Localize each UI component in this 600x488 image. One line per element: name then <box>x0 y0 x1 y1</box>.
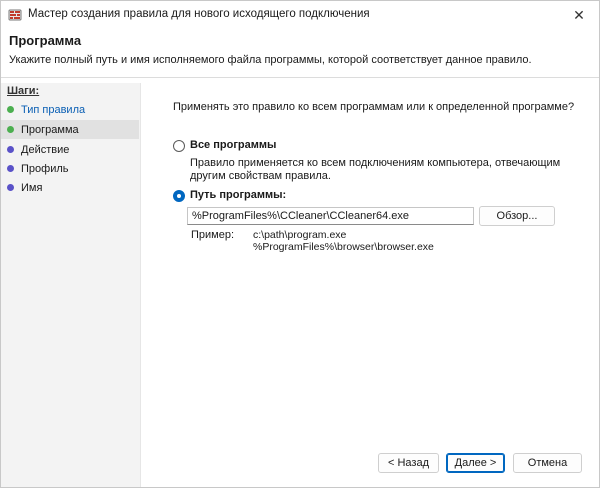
step-todo-icon <box>7 146 14 153</box>
step-todo-icon <box>7 165 14 172</box>
sidebar-item-label: Тип правила <box>21 103 86 116</box>
program-path-input[interactable] <box>187 207 474 225</box>
next-button[interactable]: Далее > <box>446 453 505 473</box>
page-title: Программа <box>9 33 82 48</box>
example-line: c:\path\program.exe <box>253 229 347 241</box>
sidebar-item-label: Имя <box>21 181 43 194</box>
program-path-label[interactable]: Путь программы: <box>190 189 286 201</box>
all-programs-label[interactable]: Все программы <box>190 139 276 151</box>
steps-sidebar: Шаги: Тип правила Программа Действие Про… <box>1 83 141 487</box>
sidebar-item-rule-type[interactable]: Тип правила <box>1 100 139 119</box>
page-subtitle: Укажите полный путь и имя исполняемого ф… <box>9 54 532 66</box>
step-todo-icon <box>7 184 14 191</box>
sidebar-item-program[interactable]: Программа <box>1 120 139 139</box>
step-done-icon <box>7 106 14 113</box>
page-header: Программа Укажите полный путь и имя испо… <box>1 29 599 73</box>
program-path-radio[interactable] <box>173 190 185 202</box>
close-button[interactable]: ✕ <box>559 1 599 29</box>
sidebar-item-label: Профиль <box>21 162 69 175</box>
sidebar-item-label: Действие <box>21 143 70 156</box>
sidebar-item-profile: Профиль <box>1 159 139 178</box>
title-bar: Мастер создания правила для нового исход… <box>1 1 599 29</box>
steps-label: Шаги: <box>7 85 40 97</box>
sidebar-item-action: Действие <box>1 140 139 159</box>
wizard-window: Мастер создания правила для нового исход… <box>0 0 600 488</box>
all-programs-description: Правило применяется ко всем подключениям… <box>190 157 561 182</box>
sidebar-item-name: Имя <box>1 178 139 197</box>
cancel-button[interactable]: Отмена <box>513 453 582 473</box>
all-programs-radio[interactable] <box>173 140 185 152</box>
example-line: %ProgramFiles%\browser\browser.exe <box>253 241 434 253</box>
step-current-icon <box>7 126 14 133</box>
browse-button[interactable]: Обзор... <box>479 206 555 226</box>
example-label: Пример: <box>191 229 235 241</box>
question-text: Применять это правило ко всем программам… <box>173 101 575 113</box>
header-divider <box>1 77 599 78</box>
sidebar-item-label: Программа <box>21 123 79 136</box>
firewall-icon <box>8 9 22 21</box>
close-icon: ✕ <box>573 6 585 23</box>
window-title: Мастер создания правила для нового исход… <box>28 8 370 20</box>
back-button[interactable]: < Назад <box>378 453 439 473</box>
